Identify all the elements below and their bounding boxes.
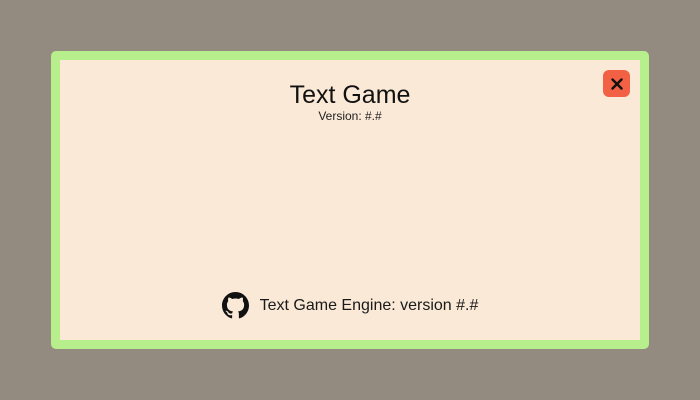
dialog-panel: Text Game Version: #.# Text Game Engine:… — [60, 60, 640, 340]
github-link[interactable]: Text Game Engine: version #.# — [221, 292, 479, 319]
github-icon[interactable] — [221, 292, 249, 319]
dialog-title: Text Game — [289, 81, 411, 109]
about-dialog: Text Game Version: #.# Text Game Engine:… — [51, 51, 649, 349]
version-label: Version: #.# — [318, 109, 382, 123]
engine-version-text: Text Game Engine: version #.# — [259, 296, 479, 314]
dialog-footer: Text Game Engine: version #.# — [60, 292, 640, 319]
close-icon — [610, 77, 623, 90]
close-button[interactable] — [603, 70, 630, 97]
